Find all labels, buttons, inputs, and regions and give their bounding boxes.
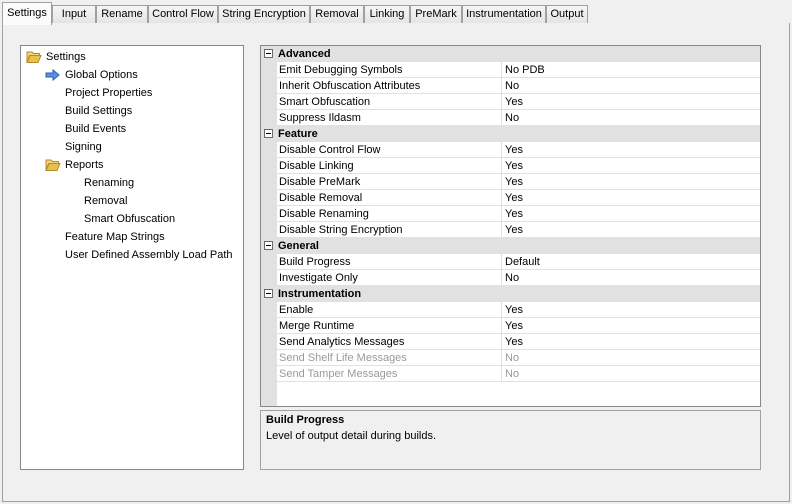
property-description-panel: Build Progress Level of output detail du… [260,410,761,470]
tree-node-label: Reports [65,159,104,171]
property-row-send-tamper-messages: Send Tamper Messages No [261,366,760,382]
property-name: Send Shelf Life Messages [277,350,502,366]
tree-node-label: Renaming [84,177,135,189]
property-row-disable-string-encryption[interactable]: Disable String Encryption Yes [261,222,760,238]
property-name: Send Analytics Messages [277,334,502,350]
settings-tree[interactable]: Settings Global Options Project Properti… [20,45,244,470]
property-name: Build Progress [277,254,502,270]
property-row-investigate-only[interactable]: Investigate Only No [261,270,760,286]
tab-premark[interactable]: PreMark [410,5,462,24]
tree-node-label: Build Settings [65,105,133,117]
property-value[interactable]: Yes [502,174,760,190]
property-value[interactable]: No [502,270,760,286]
property-row-inherit-obfuscation-attributes[interactable]: Inherit Obfuscation Attributes No [261,78,760,94]
property-name: Inherit Obfuscation Attributes [277,78,502,94]
property-value[interactable]: Default [502,254,760,270]
property-value[interactable]: No [502,110,760,126]
tree-node-label: Build Events [65,123,127,135]
tab-rename[interactable]: Rename [96,5,148,24]
property-row-emit-debugging-symbols[interactable]: Emit Debugging Symbols No PDB [261,62,760,78]
collapse-icon[interactable] [264,49,273,58]
property-name: Emit Debugging Symbols [277,62,502,78]
tree-node-label: Signing [65,141,102,153]
collapse-icon[interactable] [264,129,273,138]
property-row-disable-control-flow[interactable]: Disable Control Flow Yes [261,142,760,158]
property-row-build-progress[interactable]: Build Progress Default [261,254,760,270]
arrow-right-icon [45,68,60,82]
tab-string-encryption[interactable]: String Encryption [218,5,310,24]
property-name: Disable String Encryption [277,222,502,238]
property-row-enable[interactable]: Enable Yes [261,302,760,318]
description-title: Build Progress [266,414,345,426]
property-name: Disable Linking [277,158,502,174]
tree-node-label: Removal [84,195,128,207]
property-name: Enable [277,302,502,318]
tab-input[interactable]: Input [52,5,96,24]
tab-removal[interactable]: Removal [310,5,364,24]
category-advanced[interactable]: Advanced [261,46,760,62]
category-feature[interactable]: Feature [261,126,760,142]
property-row-smart-obfuscation[interactable]: Smart Obfuscation Yes [261,94,760,110]
property-row-send-analytics-messages[interactable]: Send Analytics Messages Yes [261,334,760,350]
property-row-disable-premark[interactable]: Disable PreMark Yes [261,174,760,190]
tree-node-label: Project Properties [65,87,153,99]
property-value[interactable]: Yes [502,94,760,110]
category-general[interactable]: General [261,238,760,254]
property-value[interactable]: Yes [502,318,760,334]
description-text: Level of output detail during builds. [266,430,437,442]
tab-strip: Settings Input Rename Control Flow Strin… [2,2,788,25]
category-title: Advanced [278,48,331,60]
property-value: No [502,366,760,382]
property-value[interactable]: No PDB [502,62,760,78]
property-value[interactable]: Yes [502,190,760,206]
tree-node-label: User Defined Assembly Load Path [65,249,233,261]
property-value: No [502,350,760,366]
tab-instrumentation[interactable]: Instrumentation [462,5,546,24]
tab-output[interactable]: Output [546,5,588,24]
property-row-disable-linking[interactable]: Disable Linking Yes [261,158,760,174]
property-value[interactable]: Yes [502,206,760,222]
property-value[interactable]: Yes [502,334,760,350]
tree-node-label: Feature Map Strings [65,231,165,243]
property-value[interactable]: Yes [502,158,760,174]
tree-node-label: Global Options [65,69,138,81]
category-title: General [278,240,319,252]
property-name: Disable Renaming [277,206,502,222]
property-name: Send Tamper Messages [277,366,502,382]
property-name: Smart Obfuscation [277,94,502,110]
property-name: Disable Removal [277,190,502,206]
category-title: Feature [278,128,318,140]
property-value[interactable]: Yes [502,142,760,158]
property-value[interactable]: Yes [502,302,760,318]
collapse-icon[interactable] [264,289,273,298]
category-instrumentation[interactable]: Instrumentation [261,286,760,302]
tree-node-label: Smart Obfuscation [84,213,176,225]
property-row-send-shelf-life-messages: Send Shelf Life Messages No [261,350,760,366]
property-row-disable-removal[interactable]: Disable Removal Yes [261,190,760,206]
property-value[interactable]: No [502,78,760,94]
property-name: Disable PreMark [277,174,502,190]
property-row-disable-renaming[interactable]: Disable Renaming Yes [261,206,760,222]
property-value[interactable]: Yes [502,222,760,238]
tab-linking[interactable]: Linking [364,5,410,24]
property-grid[interactable]: Advanced Emit Debugging Symbols No PDB I… [260,45,761,407]
tab-control-flow[interactable]: Control Flow [148,5,218,24]
tab-settings[interactable]: Settings [2,2,52,25]
property-name: Disable Control Flow [277,142,502,158]
tree-node-label: Settings [46,51,86,63]
property-row-suppress-ildasm[interactable]: Suppress Ildasm No [261,110,760,126]
folder-open-icon [26,51,42,63]
folder-open-icon [45,159,61,171]
property-name: Suppress Ildasm [277,110,502,126]
category-title: Instrumentation [278,288,362,300]
property-name: Investigate Only [277,270,502,286]
property-row-merge-runtime[interactable]: Merge Runtime Yes [261,318,760,334]
grid-gutter [261,382,277,406]
property-name: Merge Runtime [277,318,502,334]
collapse-icon[interactable] [264,241,273,250]
